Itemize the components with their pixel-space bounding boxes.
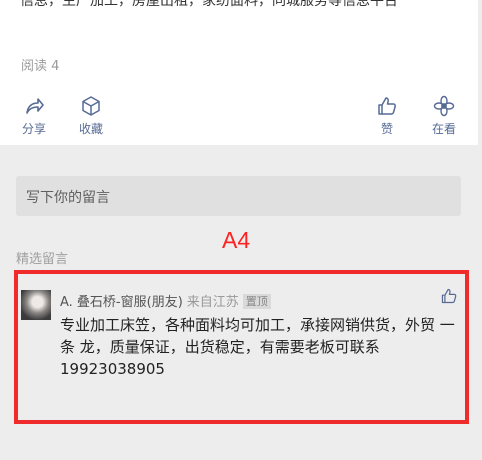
wow-button[interactable]: 在看 — [424, 95, 464, 137]
favorite-label: 收藏 — [78, 122, 103, 136]
featured-comments-label: 精选留言 — [16, 252, 69, 267]
comment-header: A. 叠石桥-窗服(朋友) 来自江苏 置顶 — [60, 291, 271, 310]
favorite-cube-icon — [82, 96, 100, 116]
wow-label: 在看 — [431, 122, 456, 136]
comment-like-icon[interactable] — [440, 287, 458, 305]
comment-origin: 来自江苏 — [186, 295, 239, 310]
favorite-button[interactable]: 收藏 — [71, 95, 111, 137]
share-button[interactable]: 分享 — [14, 95, 54, 137]
wow-flower-icon — [433, 95, 455, 117]
pinned-badge: 置顶 — [242, 294, 271, 309]
like-button[interactable]: 赞 — [367, 95, 407, 137]
like-label: 赞 — [380, 122, 393, 136]
avatar[interactable] — [21, 290, 51, 320]
article-footer: 信息，生产加工，房屋出租，家纺面料，同城服务等信息平台 阅读 4 分享 收藏 赞 — [0, 0, 478, 145]
comment-text: 专业加工床笠，各种面料均可加工，承接网销供货，外贸 一条 龙，质量保证，出货稳定… — [60, 316, 455, 378]
comment-input[interactable]: 写下你的留言 — [16, 176, 461, 216]
comment-nickname[interactable]: A. 叠石桥-窗服(朋友) — [60, 295, 183, 310]
thumbs-up-icon — [378, 97, 396, 115]
read-count: 阅读 4 — [21, 59, 60, 74]
article-tail-text: 信息，生产加工，房屋出租，家纺面料，同城服务等信息平台 — [20, 0, 398, 9]
share-label: 分享 — [21, 122, 46, 136]
comment-input-placeholder: 写下你的留言 — [26, 190, 110, 206]
annotation-label: A4 — [222, 227, 251, 253]
share-icon — [26, 98, 44, 114]
